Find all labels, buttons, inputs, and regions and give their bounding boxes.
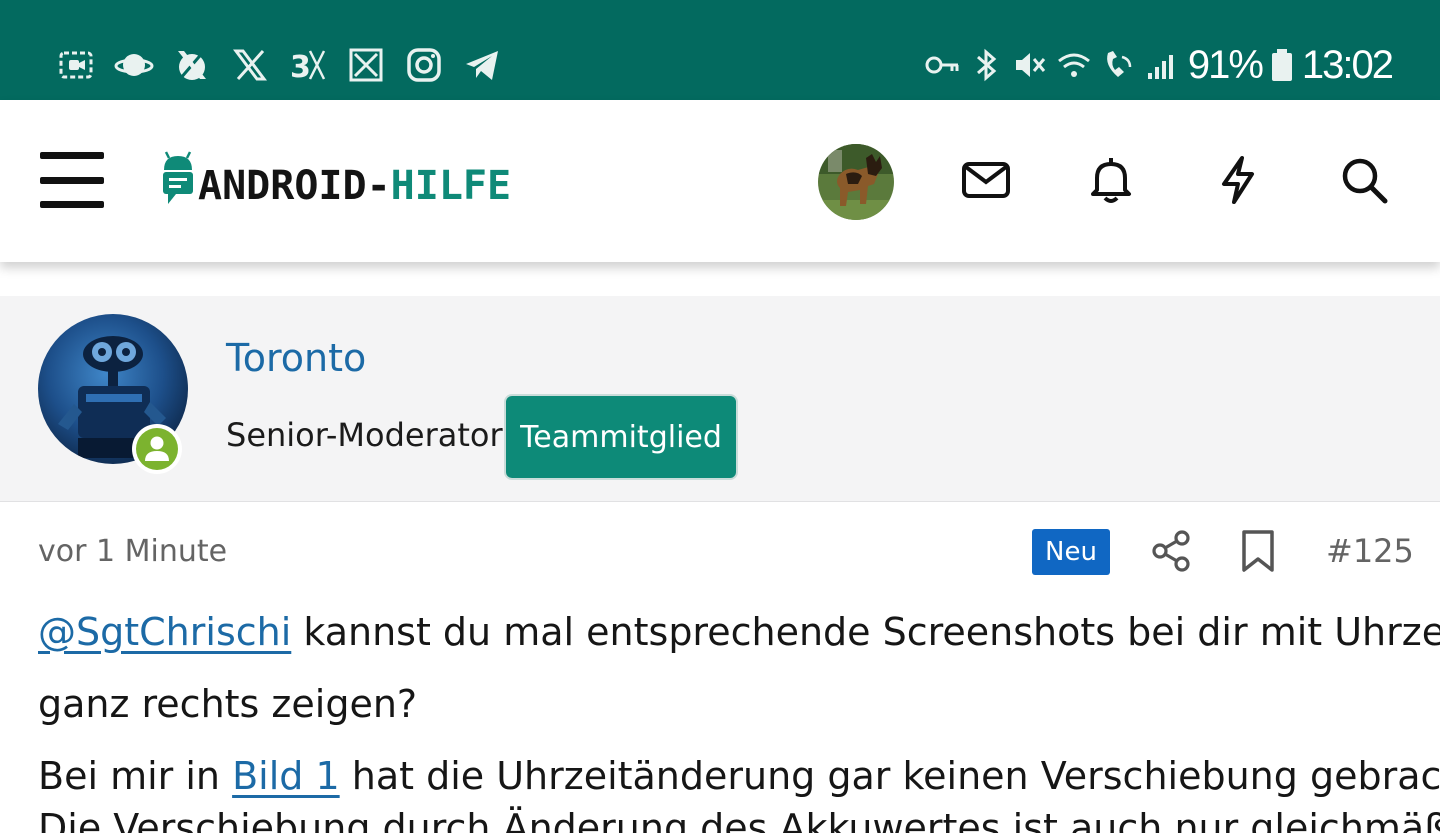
x-app-icon [228,43,272,87]
system-status: 91% 13:02 [924,42,1394,88]
app-header: ANDROID-HILFE [0,100,1440,262]
vpn-key-icon [925,56,959,74]
wifi-calling-icon [1106,51,1132,77]
post-line: Bei mir in Bild 1 hat die Uhrzeitänderun… [38,740,1440,812]
search-icon[interactable] [1334,150,1394,210]
post-line: ganz rechts zeigen? [38,682,418,726]
post-number[interactable]: #125 [1326,532,1414,570]
svg-text:3: 3 [290,50,311,85]
team-member-badge: Teammitglied [504,394,738,480]
threads-icon: 3 [286,43,330,87]
notification-icons: 3 [54,42,504,88]
screen-record-icon [54,43,98,87]
site-logo[interactable]: ANDROID-HILFE [160,144,511,208]
saturn-app-icon [112,43,156,87]
post-author-block: Toronto Senior-Moderator Teammitglied [0,296,1440,502]
logo-text-hilfe: HILFE [390,163,512,209]
online-status-badge [132,424,182,474]
bookmark-icon[interactable] [1238,528,1278,574]
logo-text-android: ANDROID- [198,163,391,209]
battery-icon [1271,49,1292,81]
instagram-icon [402,43,446,87]
mention-link[interactable]: @SgtChrischi [38,610,291,654]
mail-icon[interactable] [956,150,1016,210]
bluetooth-icon [976,48,997,82]
user-icon [145,436,169,461]
status-bar: 3 91% 13:02 [0,0,1440,100]
author-role: Senior-Moderator [226,416,503,454]
image-link[interactable]: Bild 1 [232,754,340,798]
clock: 13:02 [1301,42,1394,87]
post-line: @SgtChrischi kannst du mal entsprechende… [38,596,1440,668]
post-content: @SgtChrischi kannst du mal entsprechende… [38,596,1440,812]
post-text: kannst du mal entsprechende Screenshots … [291,610,1440,654]
battery-percent: 91% [1187,42,1264,87]
post-text: Bei mir in [38,754,233,798]
telegram-icon [460,43,504,87]
user-avatar[interactable] [818,144,894,220]
author-name[interactable]: Toronto [226,336,366,380]
bell-icon[interactable] [1081,150,1141,210]
mute-icon [1015,53,1045,77]
x-box-icon [344,43,388,87]
share-icon[interactable] [1150,528,1192,574]
signal-icon [1147,55,1173,79]
post-timestamp[interactable]: vor 1 Minute [38,534,227,569]
wifi-icon [1057,53,1090,77]
x-app-icon [170,43,214,87]
post-text: hat die Uhrzeitänderung gar keinen Versc… [339,754,1440,798]
menu-icon[interactable] [40,152,106,208]
post-line-cut-off: Die Verschiebung durch Änderung des Akku… [38,806,1440,833]
new-badge: Neu [1032,529,1110,575]
lightning-icon[interactable] [1208,150,1268,210]
android-logo-icon [163,151,193,204]
